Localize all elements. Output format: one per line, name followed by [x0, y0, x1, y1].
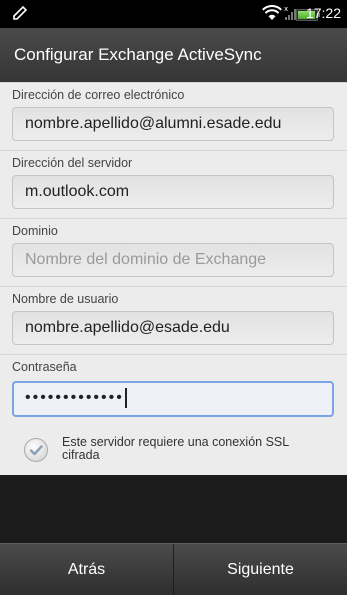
username-field-group: Nombre de usuario nombre.apellido@esade.…: [0, 286, 347, 355]
title-bar: Configurar Exchange ActiveSync: [0, 28, 347, 83]
domain-label: Dominio: [12, 224, 58, 238]
password-label: Contraseña: [12, 360, 77, 374]
next-button[interactable]: Siguiente: [174, 544, 347, 595]
domain-input[interactable]: Nombre del dominio de Exchange: [12, 243, 334, 277]
server-field-group: Dirección del servidor m.outlook.com: [0, 150, 347, 219]
domain-field-group: Dominio Nombre del dominio de Exchange: [0, 218, 347, 287]
password-field-group: Contraseña •••••••••••••: [0, 354, 347, 429]
email-label: Dirección de correo electrónico: [12, 88, 185, 102]
username-input[interactable]: nombre.apellido@esade.edu: [12, 311, 334, 345]
svg-text:x: x: [284, 5, 288, 13]
back-button[interactable]: Atrás: [0, 544, 173, 595]
empty-area: [0, 475, 347, 543]
bottom-button-bar: Atrás Siguiente: [0, 543, 347, 595]
wifi-icon: [262, 5, 282, 20]
ssl-option[interactable]: Este servidor requiere una conexión SSL …: [0, 430, 347, 474]
domain-placeholder: Nombre del dominio de Exchange: [25, 251, 267, 268]
signal-icon: x: [284, 5, 296, 20]
text-cursor: [124, 387, 127, 408]
page-title: Configurar Exchange ActiveSync: [14, 45, 262, 64]
server-label: Dirección del servidor: [12, 156, 133, 170]
server-input[interactable]: m.outlook.com: [12, 175, 334, 209]
ssl-checkbox[interactable]: [24, 438, 48, 462]
status-bar: x 17:22: [0, 0, 347, 28]
email-input[interactable]: nombre.apellido@alumni.esade.edu: [12, 107, 334, 141]
ssl-label: Este servidor requiere una conexión SSL …: [62, 435, 289, 462]
status-time: 17:22: [305, 5, 341, 21]
notification-icon: [13, 5, 28, 20]
username-label: Nombre de usuario: [12, 292, 119, 306]
password-value: •••••••••••••: [25, 389, 124, 406]
checkmark-icon: [29, 445, 43, 456]
password-input[interactable]: •••••••••••••: [12, 381, 334, 417]
email-field-group: Dirección de correo electrónico nombre.a…: [0, 82, 347, 151]
